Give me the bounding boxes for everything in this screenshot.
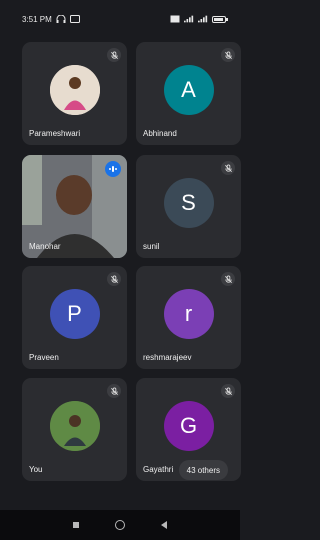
status-right xyxy=(170,15,228,23)
mic-off-icon xyxy=(107,384,121,398)
mic-off-icon xyxy=(107,48,121,62)
sim-icon xyxy=(170,15,180,23)
avatar-photo xyxy=(49,64,100,115)
mic-off-icon xyxy=(221,272,235,286)
triangle-back-icon[interactable] xyxy=(161,521,167,529)
avatar-letter: S xyxy=(163,177,214,228)
participant-name: sunil xyxy=(143,242,160,251)
signal-icon-2 xyxy=(198,15,208,23)
others-button[interactable]: 43 others xyxy=(178,460,228,480)
participant-name: Parameshwari xyxy=(29,129,81,138)
participant-name: Manohar xyxy=(29,242,61,251)
avatar-letter: P xyxy=(49,288,100,339)
participant-tile-self[interactable]: You xyxy=(22,378,127,481)
avatar-photo xyxy=(49,400,100,451)
participant-tile-video[interactable]: Manohar xyxy=(22,155,127,258)
participant-name: Praveen xyxy=(29,353,59,362)
battery-icon xyxy=(212,15,228,23)
square-icon[interactable] xyxy=(73,522,79,528)
participant-name: reshmarajeev xyxy=(143,353,192,362)
cast-icon xyxy=(69,15,80,23)
avatar-letter: r xyxy=(163,288,214,339)
participant-name: You xyxy=(29,465,43,474)
participant-name: Gayathri xyxy=(143,465,174,474)
participant-name: Abhinand xyxy=(143,129,177,138)
status-left: 3:51 PM xyxy=(22,15,80,24)
avatar-letter: A xyxy=(163,64,214,115)
mic-off-icon xyxy=(221,161,235,175)
mic-off-icon xyxy=(221,48,235,62)
mic-off-icon xyxy=(221,384,235,398)
participant-tile[interactable]: P Praveen xyxy=(22,266,127,369)
circle-icon[interactable] xyxy=(115,520,125,530)
participant-tile[interactable]: r reshmarajeev xyxy=(136,266,241,369)
participant-tile[interactable]: Parameshwari xyxy=(22,42,127,145)
signal-icon xyxy=(184,15,194,23)
avatar-letter: G xyxy=(163,400,214,451)
headphones-icon xyxy=(56,15,66,23)
navigation-bar xyxy=(0,510,240,540)
audio-level-icon xyxy=(105,161,121,177)
participant-tile[interactable]: A Abhinand xyxy=(136,42,241,145)
status-time: 3:51 PM xyxy=(22,14,52,24)
status-bar: 3:51 PM xyxy=(0,0,240,38)
participant-tile[interactable]: S sunil xyxy=(136,155,241,258)
mic-off-icon xyxy=(107,272,121,286)
